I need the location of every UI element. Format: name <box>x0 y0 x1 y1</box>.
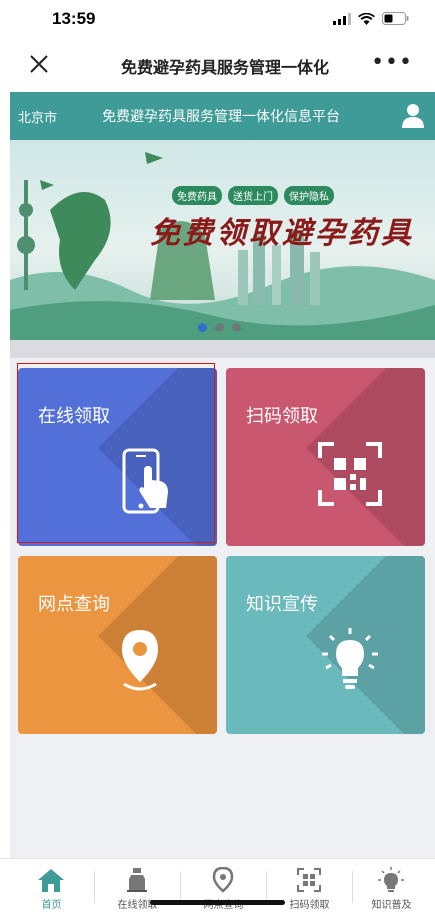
tile-knowledge[interactable]: 知识宣传 <box>226 556 425 734</box>
tab-knowledge[interactable]: 知识普及 <box>348 859 435 914</box>
more-menu-icon[interactable]: ••• <box>371 50 413 75</box>
close-icon[interactable] <box>26 51 52 77</box>
banner-carousel[interactable]: 免费药具 送货上门 保护隐私 免费领取避孕药具 <box>10 140 435 340</box>
tab-online-claim[interactable]: 在线领取 <box>94 859 181 914</box>
tile-outlet-query[interactable]: 网点查询 <box>18 556 217 734</box>
navbar-title: 免费避孕药具服务管理一体化 <box>120 58 329 77</box>
app-header: 北京市 免费避孕药具服务管理一体化信息平台 <box>10 92 435 140</box>
tile-label: 知识宣传 <box>246 594 318 615</box>
bottle-icon <box>127 868 147 892</box>
status-time: 13:59 <box>52 9 96 28</box>
section-divider <box>10 340 435 358</box>
user-icon[interactable] <box>401 102 425 128</box>
tile-scan-claim[interactable]: 扫码领取 <box>226 368 425 546</box>
signal-icon <box>333 12 351 25</box>
carousel-dots <box>198 323 241 332</box>
tab-bar: 首页 在线领取 网点查询 扫码领取 知识普及 <box>0 858 435 914</box>
lightbulb-icon <box>322 628 378 689</box>
banner-tags: 免费药具 送货上门 保护隐私 <box>172 186 334 205</box>
banner-tag: 送货上门 <box>228 186 278 205</box>
status-icons <box>333 12 409 25</box>
tab-outlet-query[interactable]: 网点查询 <box>180 859 267 914</box>
battery-icon <box>382 12 409 25</box>
location-pin-icon <box>122 630 158 691</box>
home-indicator[interactable] <box>150 900 285 905</box>
carousel-dot[interactable] <box>232 323 241 332</box>
tab-label: 知识普及 <box>371 900 412 911</box>
tile-label: 扫码领取 <box>246 406 318 427</box>
carousel-dot[interactable] <box>215 323 224 332</box>
home-icon <box>38 869 64 892</box>
carousel-dot[interactable] <box>198 323 207 332</box>
status-bar: 13:59 <box>0 0 435 40</box>
banner-headline: 免费领取避孕药具 <box>150 216 414 251</box>
platform-title: 免费避孕药具服务管理一体化信息平台 <box>102 109 340 125</box>
location-pin-icon <box>212 867 234 893</box>
navbar: 免费避孕药具服务管理一体化 ••• <box>0 40 435 90</box>
tab-scan-claim[interactable]: 扫码领取 <box>266 859 353 914</box>
city-selector[interactable]: 北京市 <box>18 107 57 126</box>
banner-tag: 保护隐私 <box>284 186 334 205</box>
qr-scan-icon <box>297 868 321 892</box>
banner-tag: 免费药具 <box>172 186 222 205</box>
tile-label: 网点查询 <box>38 594 110 615</box>
lightbulb-icon <box>378 867 404 892</box>
wifi-icon <box>358 12 375 25</box>
tab-label: 首页 <box>41 900 62 911</box>
qr-scan-icon <box>318 442 382 506</box>
selection-highlight <box>17 363 215 543</box>
tab-home[interactable]: 首页 <box>8 859 95 914</box>
